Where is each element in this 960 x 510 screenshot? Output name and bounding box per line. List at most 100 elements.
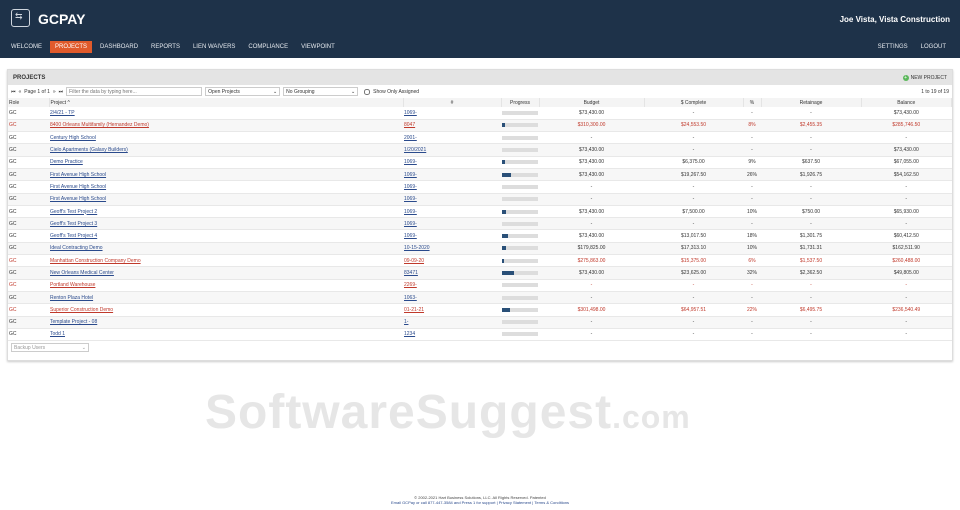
project-link[interactable]: Geoff's Test Project 2 xyxy=(50,209,97,215)
nav-viewpoint[interactable]: VIEWPOINT xyxy=(296,41,340,53)
column-header[interactable]: Balance xyxy=(861,98,952,107)
table-row[interactable]: GC Superior Construction Demo 01-21-21 $… xyxy=(8,303,952,317)
project-number-link[interactable]: 1- xyxy=(404,319,408,325)
project-number-link[interactable]: 09-09-20 xyxy=(404,258,424,264)
nav-projects[interactable]: PROJECTS xyxy=(50,41,93,53)
nav-compliance[interactable]: COMPLIANCE xyxy=(243,41,293,53)
table-row[interactable]: GC Geoff's Test Project 2 1069- $73,430.… xyxy=(8,205,952,219)
nav-lien-waivers[interactable]: LIEN WAIVERS xyxy=(188,41,240,53)
budget-cell: $73,430.00 xyxy=(539,266,644,280)
balance-cell: $60,412.50 xyxy=(861,229,952,243)
project-link[interactable]: Cielo Apartments (Galaxy Builders) xyxy=(50,147,128,153)
last-page-icon[interactable]: ⏭ xyxy=(59,89,64,95)
project-link[interactable]: Superior Construction Demo xyxy=(50,307,113,313)
prev-page-icon[interactable]: « xyxy=(19,89,22,95)
project-link[interactable]: New Orleans Medical Center xyxy=(50,270,114,276)
budget-cell: $310,300.00 xyxy=(539,119,644,133)
table-row[interactable]: GC Demo Practice 1069- $73,430.00 $6,375… xyxy=(8,156,952,169)
nav-settings[interactable]: SETTINGS xyxy=(873,41,913,53)
role-cell: GC xyxy=(8,303,49,317)
show-assigned-checkbox[interactable] xyxy=(364,88,371,95)
project-link[interactable]: Demo Practice xyxy=(50,159,83,165)
project-link[interactable]: First Avenue High School xyxy=(50,184,106,190)
project-link[interactable]: Geoff's Test Project 3 xyxy=(50,221,97,227)
project-number-link[interactable]: 01-21-21 xyxy=(404,307,424,313)
table-row[interactable]: GC Century High School 2001- - - - - - xyxy=(8,131,952,145)
table-row[interactable]: GC Todd 1 1234 - - - - - xyxy=(8,328,952,342)
column-header[interactable]: Progress xyxy=(501,98,540,107)
project-link[interactable]: First Avenue High School xyxy=(50,196,106,202)
progress-bar xyxy=(502,184,538,189)
project-number-link[interactable]: 1069- xyxy=(404,172,417,178)
nav-reports[interactable]: REPORTS xyxy=(146,41,185,53)
project-link[interactable]: Portland Warehouse xyxy=(50,282,95,288)
column-header[interactable]: Project ^ xyxy=(49,98,404,107)
project-number-link[interactable]: 1063- xyxy=(404,295,417,301)
project-number-link[interactable]: 1069- xyxy=(404,233,417,239)
complete-cell: - xyxy=(644,143,743,157)
project-number-link[interactable]: 1069- xyxy=(404,221,417,227)
column-header[interactable]: Role xyxy=(8,98,50,107)
table-row[interactable]: GC Renton Plaza Hotel 1063- - - - - - xyxy=(8,291,952,305)
table-row[interactable]: GC Geoff's Test Project 3 1069- - - - - … xyxy=(8,217,952,231)
project-number-link[interactable]: 10-15-2020 xyxy=(404,245,430,251)
project-number-link[interactable]: 1069- xyxy=(404,110,417,116)
table-row[interactable]: GC Template Project - 08 1- - - - - - xyxy=(8,316,952,329)
complete-cell: - xyxy=(644,279,743,292)
role-cell: GC xyxy=(8,229,49,243)
nav-logout[interactable]: LOGOUT xyxy=(916,41,951,53)
filter-input[interactable] xyxy=(66,87,203,96)
first-page-icon[interactable]: ⏮ xyxy=(11,89,16,95)
project-link[interactable]: 8400 Orleans Multifamily (Hernandez Demo… xyxy=(50,122,149,128)
column-header[interactable]: Retainage xyxy=(761,98,862,107)
project-link[interactable]: Todd 1 xyxy=(50,331,65,337)
column-header[interactable]: % xyxy=(743,98,762,107)
project-link[interactable]: First Avenue High School xyxy=(50,172,106,178)
project-link[interactable]: 2/4/21 - TP xyxy=(50,110,75,116)
project-link[interactable]: Century High School xyxy=(50,135,96,141)
percent-cell: - xyxy=(743,107,761,120)
project-link[interactable]: Manhattan Construction Company Demo xyxy=(50,258,141,264)
project-number-link[interactable]: 1/20/2021 xyxy=(404,147,426,153)
project-link[interactable]: Template Project - 08 xyxy=(50,319,97,325)
next-page-icon[interactable]: » xyxy=(53,89,56,95)
percent-cell: - xyxy=(743,180,761,194)
retainage-cell: - xyxy=(761,143,861,157)
column-header[interactable]: $ Complete xyxy=(644,98,744,107)
project-link[interactable]: Geoff's Test Project 4 xyxy=(50,233,97,239)
table-row[interactable]: GC 8400 Orleans Multifamily (Hernandez D… xyxy=(8,119,952,133)
nav-welcome[interactable]: WELCOME xyxy=(6,41,47,53)
project-number-link[interactable]: 1069- xyxy=(404,196,417,202)
table-row[interactable]: GC 2/4/21 - TP 1069- $73,430.00 - - - $7… xyxy=(8,107,952,120)
table-row[interactable]: GC First Avenue High School 1069- - - - … xyxy=(8,193,952,206)
project-number-link[interactable]: 8047 xyxy=(404,122,415,128)
project-link[interactable]: Ideal Contracting Demo xyxy=(50,245,103,251)
project-number-link[interactable]: 1234 xyxy=(404,331,415,337)
support-links[interactable]: Email GCPay or call 877-447-3584 and Pre… xyxy=(0,500,960,505)
project-number-link[interactable]: 1069- xyxy=(404,209,417,215)
project-link[interactable]: Renton Plaza Hotel xyxy=(50,295,93,301)
project-number-link[interactable]: 2269- xyxy=(404,282,417,288)
column-header[interactable]: Budget xyxy=(539,98,645,107)
table-row[interactable]: GC First Avenue High School 1069- $73,43… xyxy=(8,168,952,182)
table-row[interactable]: GC First Avenue High School 1069- - - - … xyxy=(8,180,952,194)
nav-dashboard[interactable]: DASHBOARD xyxy=(95,41,143,53)
status-select[interactable]: Open Projects ⌄ xyxy=(205,87,281,96)
table-row[interactable]: GC Geoff's Test Project 4 1069- $73,430.… xyxy=(8,229,952,243)
grouping-select[interactable]: No Grouping ⌄ xyxy=(283,87,359,96)
budget-cell: $73,430.00 xyxy=(539,156,644,169)
project-number-link[interactable]: 83471 xyxy=(404,270,418,276)
backup-users-select[interactable]: Backup Users ⌄ xyxy=(11,343,89,353)
table-row[interactable]: GC Manhattan Construction Company Demo 0… xyxy=(8,254,952,268)
table-row[interactable]: GC Ideal Contracting Demo 10-15-2020 $17… xyxy=(8,242,952,256)
table-row[interactable]: GC New Orleans Medical Center 83471 $73,… xyxy=(8,266,952,280)
project-number-link[interactable]: 1069- xyxy=(404,159,417,165)
project-number-link[interactable]: 1069- xyxy=(404,184,417,190)
new-project-button[interactable]: + NEW PROJECT xyxy=(902,74,947,81)
right-nav: SETTINGS LOGOUT xyxy=(873,41,954,53)
table-row[interactable]: GC Portland Warehouse 2269- - - - - - xyxy=(8,279,952,292)
column-header[interactable]: # xyxy=(403,98,502,107)
table-row[interactable]: GC Cielo Apartments (Galaxy Builders) 1/… xyxy=(8,143,952,157)
balance-cell: $236,540.49 xyxy=(861,303,952,317)
project-number-link[interactable]: 2001- xyxy=(404,135,417,141)
